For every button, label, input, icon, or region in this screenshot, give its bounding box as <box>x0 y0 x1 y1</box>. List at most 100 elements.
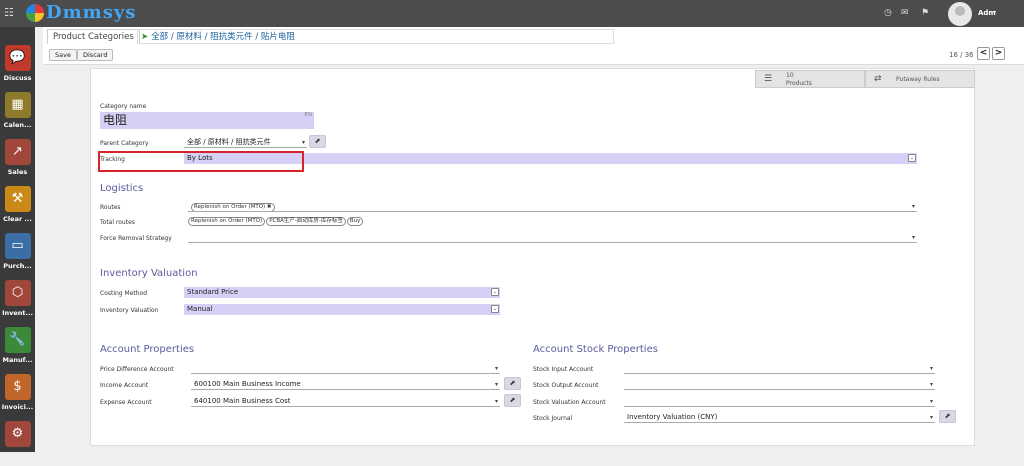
external-link-icon[interactable]: ⬈ <box>939 410 956 423</box>
tracking-select[interactable]: By Lots ⌄ <box>184 153 917 164</box>
avatar[interactable] <box>948 2 972 26</box>
sidebar-app-label: Manuf... <box>2 356 33 364</box>
brand-name: Dmmsys <box>46 2 137 23</box>
price-difference-field[interactable]: ▾ <box>191 363 500 374</box>
caret-down-icon: ▾ <box>929 414 933 421</box>
calendar-icon: ▦ <box>4 92 31 118</box>
breadcrumb-root[interactable]: Product Categories <box>47 29 140 44</box>
stock-valuation-label: Stock Valuation Account <box>533 399 606 406</box>
category-name-value: 电阻 <box>103 113 128 127</box>
route-tag[interactable]: Buy <box>346 217 364 226</box>
form-sheet: ☰ 10 Products ⇄ Putaway Rules Category n… <box>90 68 975 446</box>
sidebar-app-clear[interactable]: ⚒ Clear ... <box>0 183 35 231</box>
select-chevron-icon: ⌄ <box>908 154 916 162</box>
inventory-valuation-label: Inventory Valuation <box>100 307 159 314</box>
total-routes-label: Total routes <box>100 219 135 226</box>
sidebar-app-manuf[interactable]: 🔧 Manuf... <box>0 324 35 372</box>
brand-logo <box>26 4 44 22</box>
sidebar-app-more[interactable]: ⚙ <box>0 418 35 466</box>
pager-next-button[interactable]: > <box>992 47 1005 60</box>
logistics-title: Logistics <box>100 183 144 194</box>
pager-value[interactable]: 16 / 36 <box>949 51 974 59</box>
parent-category-field[interactable]: 全部 / 原材料 / 阻抗类元件 ▾ <box>184 137 307 148</box>
stock-input-label: Stock Input Account <box>533 366 594 373</box>
caret-down-icon: ▾ <box>494 365 498 372</box>
inventory-valuation-title: Inventory Valuation <box>100 268 198 279</box>
sidebar-app-label: Calen... <box>3 121 32 129</box>
sales-chart-icon: ↗ <box>4 139 31 165</box>
force-removal-field[interactable]: ▾ <box>188 232 917 243</box>
sidebar-app-label: Sales <box>7 168 28 176</box>
category-name-label: Category name <box>100 103 147 110</box>
external-link-icon[interactable]: ⬈ <box>309 135 326 148</box>
settings-icon: ⚙ <box>4 421 31 447</box>
top-navbar: ☷ Dmmsys ◷ ✉ ⚑ Adm ▾ <box>0 0 1024 27</box>
caret-down-icon: ▾ <box>929 398 933 405</box>
sidebar-app-invoici[interactable]: $ Invoici... <box>0 371 35 419</box>
chat-icon[interactable]: ✉ <box>901 8 909 18</box>
stock-valuation-field[interactable]: ▾ <box>624 396 935 407</box>
products-stat-button[interactable]: ☰ 10 Products <box>755 70 865 88</box>
income-account-value: 600100 Main Business Income <box>194 380 301 388</box>
route-tag[interactable]: PCBA生产-启动库房-库存标签 <box>266 217 346 226</box>
putaway-rules-button[interactable]: ⇄ Putaway Rules <box>865 70 975 88</box>
income-account-field[interactable]: 600100 Main Business Income ▾ <box>191 379 500 390</box>
sidebar-app-label: Clear ... <box>3 215 32 223</box>
category-name-input[interactable]: 电阻 EN <box>100 112 314 129</box>
stock-journal-label: Stock Journal <box>533 415 573 422</box>
inventory-valuation-value: Manual <box>187 305 213 313</box>
stock-output-field[interactable]: ▾ <box>624 379 935 390</box>
income-account-label: Income Account <box>100 382 149 389</box>
sidebar-app-purch[interactable]: ▭ Purch... <box>0 230 35 278</box>
tracking-value: By Lots <box>187 154 213 162</box>
chat-bubble-icon: 💬 <box>4 45 31 71</box>
language-button[interactable]: EN <box>304 112 312 119</box>
sidebar-app-invent[interactable]: ⬡ Invent... <box>0 277 35 325</box>
products-label: Products <box>786 80 812 87</box>
routes-field[interactable]: Replenish on Order (MTO) ✖ ▾ <box>188 201 917 212</box>
costing-method-select[interactable]: Standard Price ⌄ <box>184 287 500 298</box>
chevron-down-icon[interactable]: ▾ <box>993 9 996 16</box>
sidebar-app-label: Purch... <box>3 262 32 270</box>
arrow-right-icon: ➤ <box>141 32 149 42</box>
force-removal-label: Force Removal Strategy <box>100 235 172 242</box>
costing-method-value: Standard Price <box>187 288 239 296</box>
route-tag[interactable]: Replenish on Order (MTO) <box>188 217 266 226</box>
select-chevron-icon: ⌄ <box>491 288 499 296</box>
products-count: 10 <box>786 72 794 79</box>
discard-button[interactable]: Discard <box>77 49 114 61</box>
parent-category-label: Parent Category <box>100 140 149 147</box>
caret-down-icon: ▾ <box>929 365 933 372</box>
apps-grid-icon[interactable]: ☷ <box>4 6 14 19</box>
sidebar-app-label: Invent... <box>2 309 33 317</box>
clock-icon[interactable]: ◷ <box>884 8 892 18</box>
expense-account-value: 640100 Main Business Cost <box>194 397 291 405</box>
list-icon: ☰ <box>764 74 773 84</box>
sidebar-app-label: Discuss <box>3 74 32 82</box>
sidebar-app-sales[interactable]: ↗ Sales <box>0 136 35 184</box>
caret-down-icon: ▾ <box>301 139 305 146</box>
stock-journal-field[interactable]: Inventory Valuation (CNY) ▾ <box>624 412 935 423</box>
inventory-valuation-select[interactable]: Manual ⌄ <box>184 304 500 315</box>
sidebar-app-label: Invoici... <box>1 403 34 411</box>
gift-icon[interactable]: ⚑ <box>921 8 929 18</box>
invoice-icon: $ <box>4 374 31 400</box>
routes-tags: Replenish on Order (MTO) ✖ <box>191 202 276 211</box>
stock-input-field[interactable]: ▾ <box>624 363 935 374</box>
parent-category-value: 全部 / 原材料 / 阻抗类元件 <box>187 138 271 146</box>
route-tag[interactable]: Replenish on Order (MTO) ✖ <box>191 203 275 211</box>
routes-label: Routes <box>100 204 121 211</box>
save-button[interactable]: Save <box>49 49 77 61</box>
expense-account-field[interactable]: 640100 Main Business Cost ▾ <box>191 396 500 407</box>
sidebar-app-discuss[interactable]: 💬 Discuss <box>0 42 35 90</box>
select-chevron-icon: ⌄ <box>491 305 499 313</box>
sidebar-app-calen[interactable]: ▦ Calen... <box>0 89 35 137</box>
stock-journal-value: Inventory Valuation (CNY) <box>627 413 718 421</box>
inventory-box-icon: ⬡ <box>4 280 31 306</box>
external-link-icon[interactable]: ⬈ <box>504 394 521 407</box>
caret-down-icon: ▾ <box>494 381 498 388</box>
total-routes-tags: Replenish on Order (MTO) PCBA生产-启动库房-库存标签… <box>188 216 364 226</box>
caret-down-icon: ▾ <box>494 398 498 405</box>
external-link-icon[interactable]: ⬈ <box>504 377 521 390</box>
pager-previous-button[interactable]: < <box>977 47 990 60</box>
